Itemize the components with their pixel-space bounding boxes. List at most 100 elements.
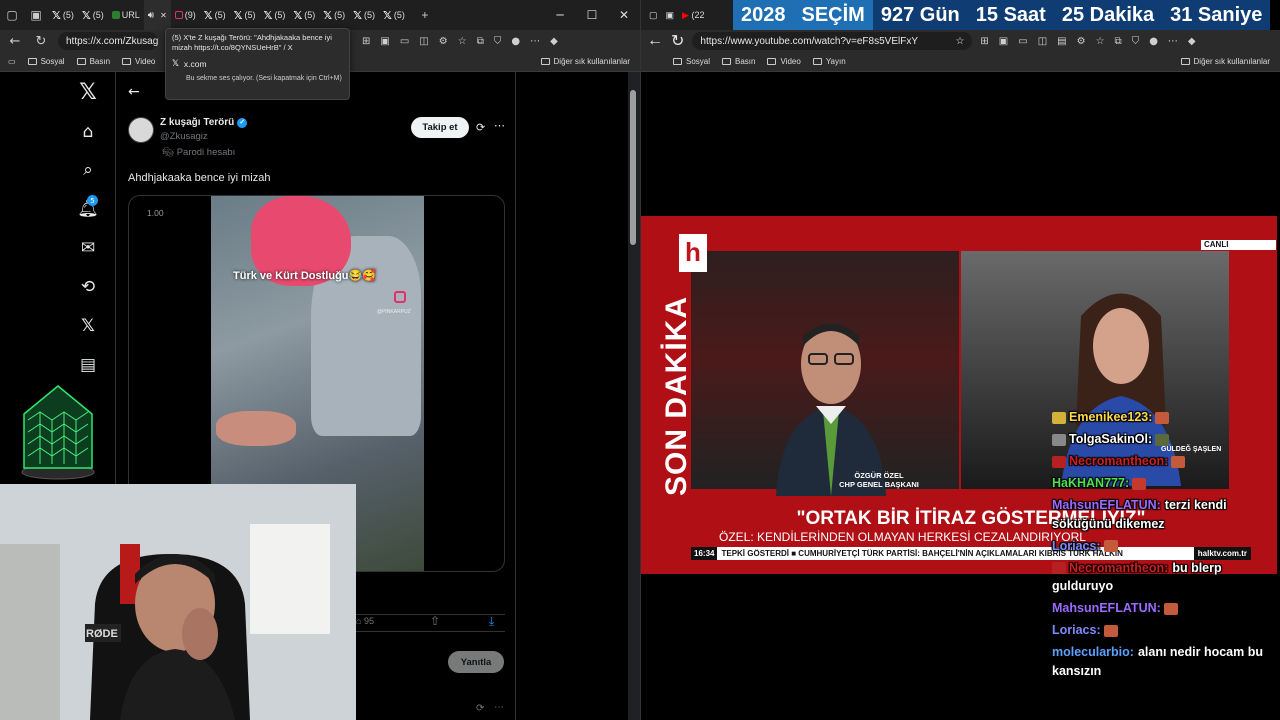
bookmark-yayin[interactable]: Yayın [812, 57, 846, 66]
grok-icon[interactable]: ⟲ [72, 271, 104, 303]
chat-username[interactable]: Necromantheon: [1069, 454, 1168, 468]
bookmark-video[interactable]: Video [122, 57, 155, 66]
more-options-icon[interactable]: ⋯ [494, 702, 504, 713]
chat-username[interactable]: molecularbio: [1052, 645, 1134, 659]
back-icon[interactable]: ← [647, 32, 663, 50]
bookmark-other[interactable]: Diğer sık kullanılanlar [1180, 57, 1270, 66]
avatar[interactable] [128, 117, 154, 143]
chat-username[interactable]: TolgaSakinOl: [1069, 432, 1152, 446]
new-tab-button[interactable]: + [413, 0, 437, 30]
back-arrow-icon[interactable]: ← [128, 84, 140, 100]
more-options-icon[interactable]: ⋯ [494, 119, 505, 132]
display-name[interactable]: Z kuşağı Terörü ✓ [160, 117, 248, 128]
chat-username[interactable]: MahsunEFLATUN: [1052, 601, 1161, 615]
url-field[interactable]: https://x.com/Zkusag [58, 32, 158, 50]
chat-username[interactable]: HaKHAN777: [1052, 476, 1129, 490]
browser-tab[interactable]: 𝕏 (5) [319, 0, 349, 30]
browser-tab[interactable]: URL [108, 0, 144, 30]
collections-icon[interactable]: ⧉ [1115, 36, 1122, 47]
bookmark-sosyal[interactable]: Sosyal [27, 57, 65, 66]
image-icon[interactable]: ▣ [999, 36, 1008, 47]
grok-icon[interactable]: ⟳ [476, 121, 485, 134]
notifications-icon[interactable]: 🔔︎ 5 [72, 193, 104, 225]
browser-tab-label: (9) [184, 10, 196, 20]
home-icon[interactable]: ⌂ [72, 116, 104, 148]
chat-username[interactable]: Loriacs: [1052, 539, 1101, 553]
extension-icon[interactable]: ⊞ [980, 36, 988, 47]
tab-actions-icon[interactable]: ▣ [24, 0, 48, 30]
image-icon[interactable]: ▣ [380, 36, 389, 47]
bookmark-video[interactable]: Video [767, 57, 801, 66]
chat-username[interactable]: Loriacs: [1052, 623, 1101, 637]
scrollbar-thumb[interactable] [630, 90, 636, 245]
browser-tab[interactable]: 𝕏 (5) [200, 0, 230, 30]
folder-icon [767, 58, 777, 65]
youtube-tab[interactable]: ▶ (22 [682, 10, 704, 21]
browser-tab[interactable]: 𝕏 (5) [349, 0, 379, 30]
collections-icon[interactable]: ⧉ [477, 36, 484, 47]
download-icon[interactable]: ⤓ [489, 614, 494, 629]
more-menu-icon[interactable]: ⋯ [1168, 36, 1178, 47]
bookmark-sosyal[interactable]: Sosyal [673, 57, 710, 66]
favorite-star-icon[interactable]: ☆ [955, 36, 964, 47]
extension-icon[interactable]: ▭ [1018, 36, 1027, 47]
back-icon[interactable]: ← [6, 34, 24, 49]
tab-actions-icon[interactable]: ▣ [666, 10, 675, 21]
folder-icon [27, 58, 37, 65]
refresh-icon[interactable]: ↻ [671, 31, 684, 51]
browser-tab[interactable]: 🔊︎ ✕ [143, 0, 171, 30]
workspaces-icon[interactable]: ▢ [0, 0, 24, 30]
chat-username[interactable]: Necromantheon: [1069, 561, 1168, 575]
browser-tab[interactable]: 𝕏 (5) [289, 0, 319, 30]
user-handle[interactable]: @Zkusagiz [160, 131, 208, 142]
workspaces-icon[interactable]: ▢ [649, 10, 658, 21]
close-window-button[interactable]: ✕ [608, 0, 640, 30]
profile-avatar[interactable]: ● [511, 36, 520, 47]
extension-icon[interactable]: ◫ [1038, 36, 1047, 47]
premium-x-icon[interactable]: 𝕏 [72, 310, 104, 342]
folder-icon[interactable]: ▤ [1057, 36, 1066, 47]
follow-button[interactable]: Takip et [411, 117, 469, 138]
puzzle-icon[interactable]: ⚙ [1077, 36, 1086, 47]
x-logo-icon[interactable]: 𝕏 [72, 76, 104, 108]
close-tab-icon[interactable]: ✕ [160, 11, 167, 20]
browser-tab[interactable]: 𝕏 (5) [260, 0, 290, 30]
shield-icon[interactable]: ⛉ [494, 36, 502, 47]
folder-icon[interactable]: ◫ [419, 36, 428, 47]
url-field[interactable]: https://www.youtube.com/watch?v=eF8s5VEl… [692, 32, 973, 50]
browser-tab[interactable]: 𝕏 (5) [78, 0, 108, 30]
lists-icon[interactable]: ▤ [72, 349, 104, 381]
favorites-icon[interactable]: ☆ [458, 36, 467, 47]
shield-icon[interactable]: ⛉ [1132, 36, 1140, 47]
browser-tab[interactable]: 𝕏 (5) [230, 0, 260, 30]
bookmark-other[interactable]: Diğer sık kullanılanlar [540, 57, 630, 66]
browser-tab[interactable]: 𝕏 (5) [379, 0, 409, 30]
profile-avatar[interactable]: ● [1149, 36, 1158, 47]
chat-username[interactable]: Emenikee123: [1069, 410, 1152, 424]
bookmark-count[interactable]: ⌂︎ 95 [356, 616, 374, 626]
copilot-icon[interactable]: ◆ [1188, 36, 1196, 47]
minimize-button[interactable]: ─ [544, 0, 576, 30]
chat-badge-icon [1052, 433, 1066, 446]
grok-icon[interactable]: ⟳ [476, 703, 484, 714]
favorites-icon[interactable]: ☆ [1096, 36, 1105, 47]
extension-icon[interactable]: ⊞ [362, 36, 370, 47]
more-menu-icon[interactable]: ⋯ [530, 36, 540, 47]
reading-list-icon[interactable]: ▭ [8, 57, 16, 66]
reply-button[interactable]: Yanıtla [448, 651, 504, 673]
extension-icon[interactable]: ▭ [400, 36, 409, 47]
bookmark-basin[interactable]: Basın [722, 57, 755, 66]
browser-tab[interactable]: 𝕏 (5) [48, 0, 78, 30]
halk-tv-logo-text: halk [681, 264, 696, 271]
chat-username[interactable]: MahsunEFLATUN: [1052, 498, 1161, 512]
search-icon[interactable]: ⌕ [72, 154, 104, 186]
maximize-button[interactable]: ☐ [576, 0, 608, 30]
share-icon[interactable]: ⇧ [430, 614, 440, 628]
refresh-icon[interactable]: ↻ [32, 34, 50, 49]
browser-tab[interactable]: (9) [171, 0, 200, 30]
url-text: https://www.youtube.com/watch?v=eF8s5VEl… [700, 35, 919, 47]
puzzle-icon[interactable]: ⚙ [439, 36, 448, 47]
bookmark-basin[interactable]: Basın [76, 57, 110, 66]
messages-icon[interactable]: ✉ [72, 232, 104, 264]
copilot-icon[interactable]: ◆ [550, 36, 558, 47]
